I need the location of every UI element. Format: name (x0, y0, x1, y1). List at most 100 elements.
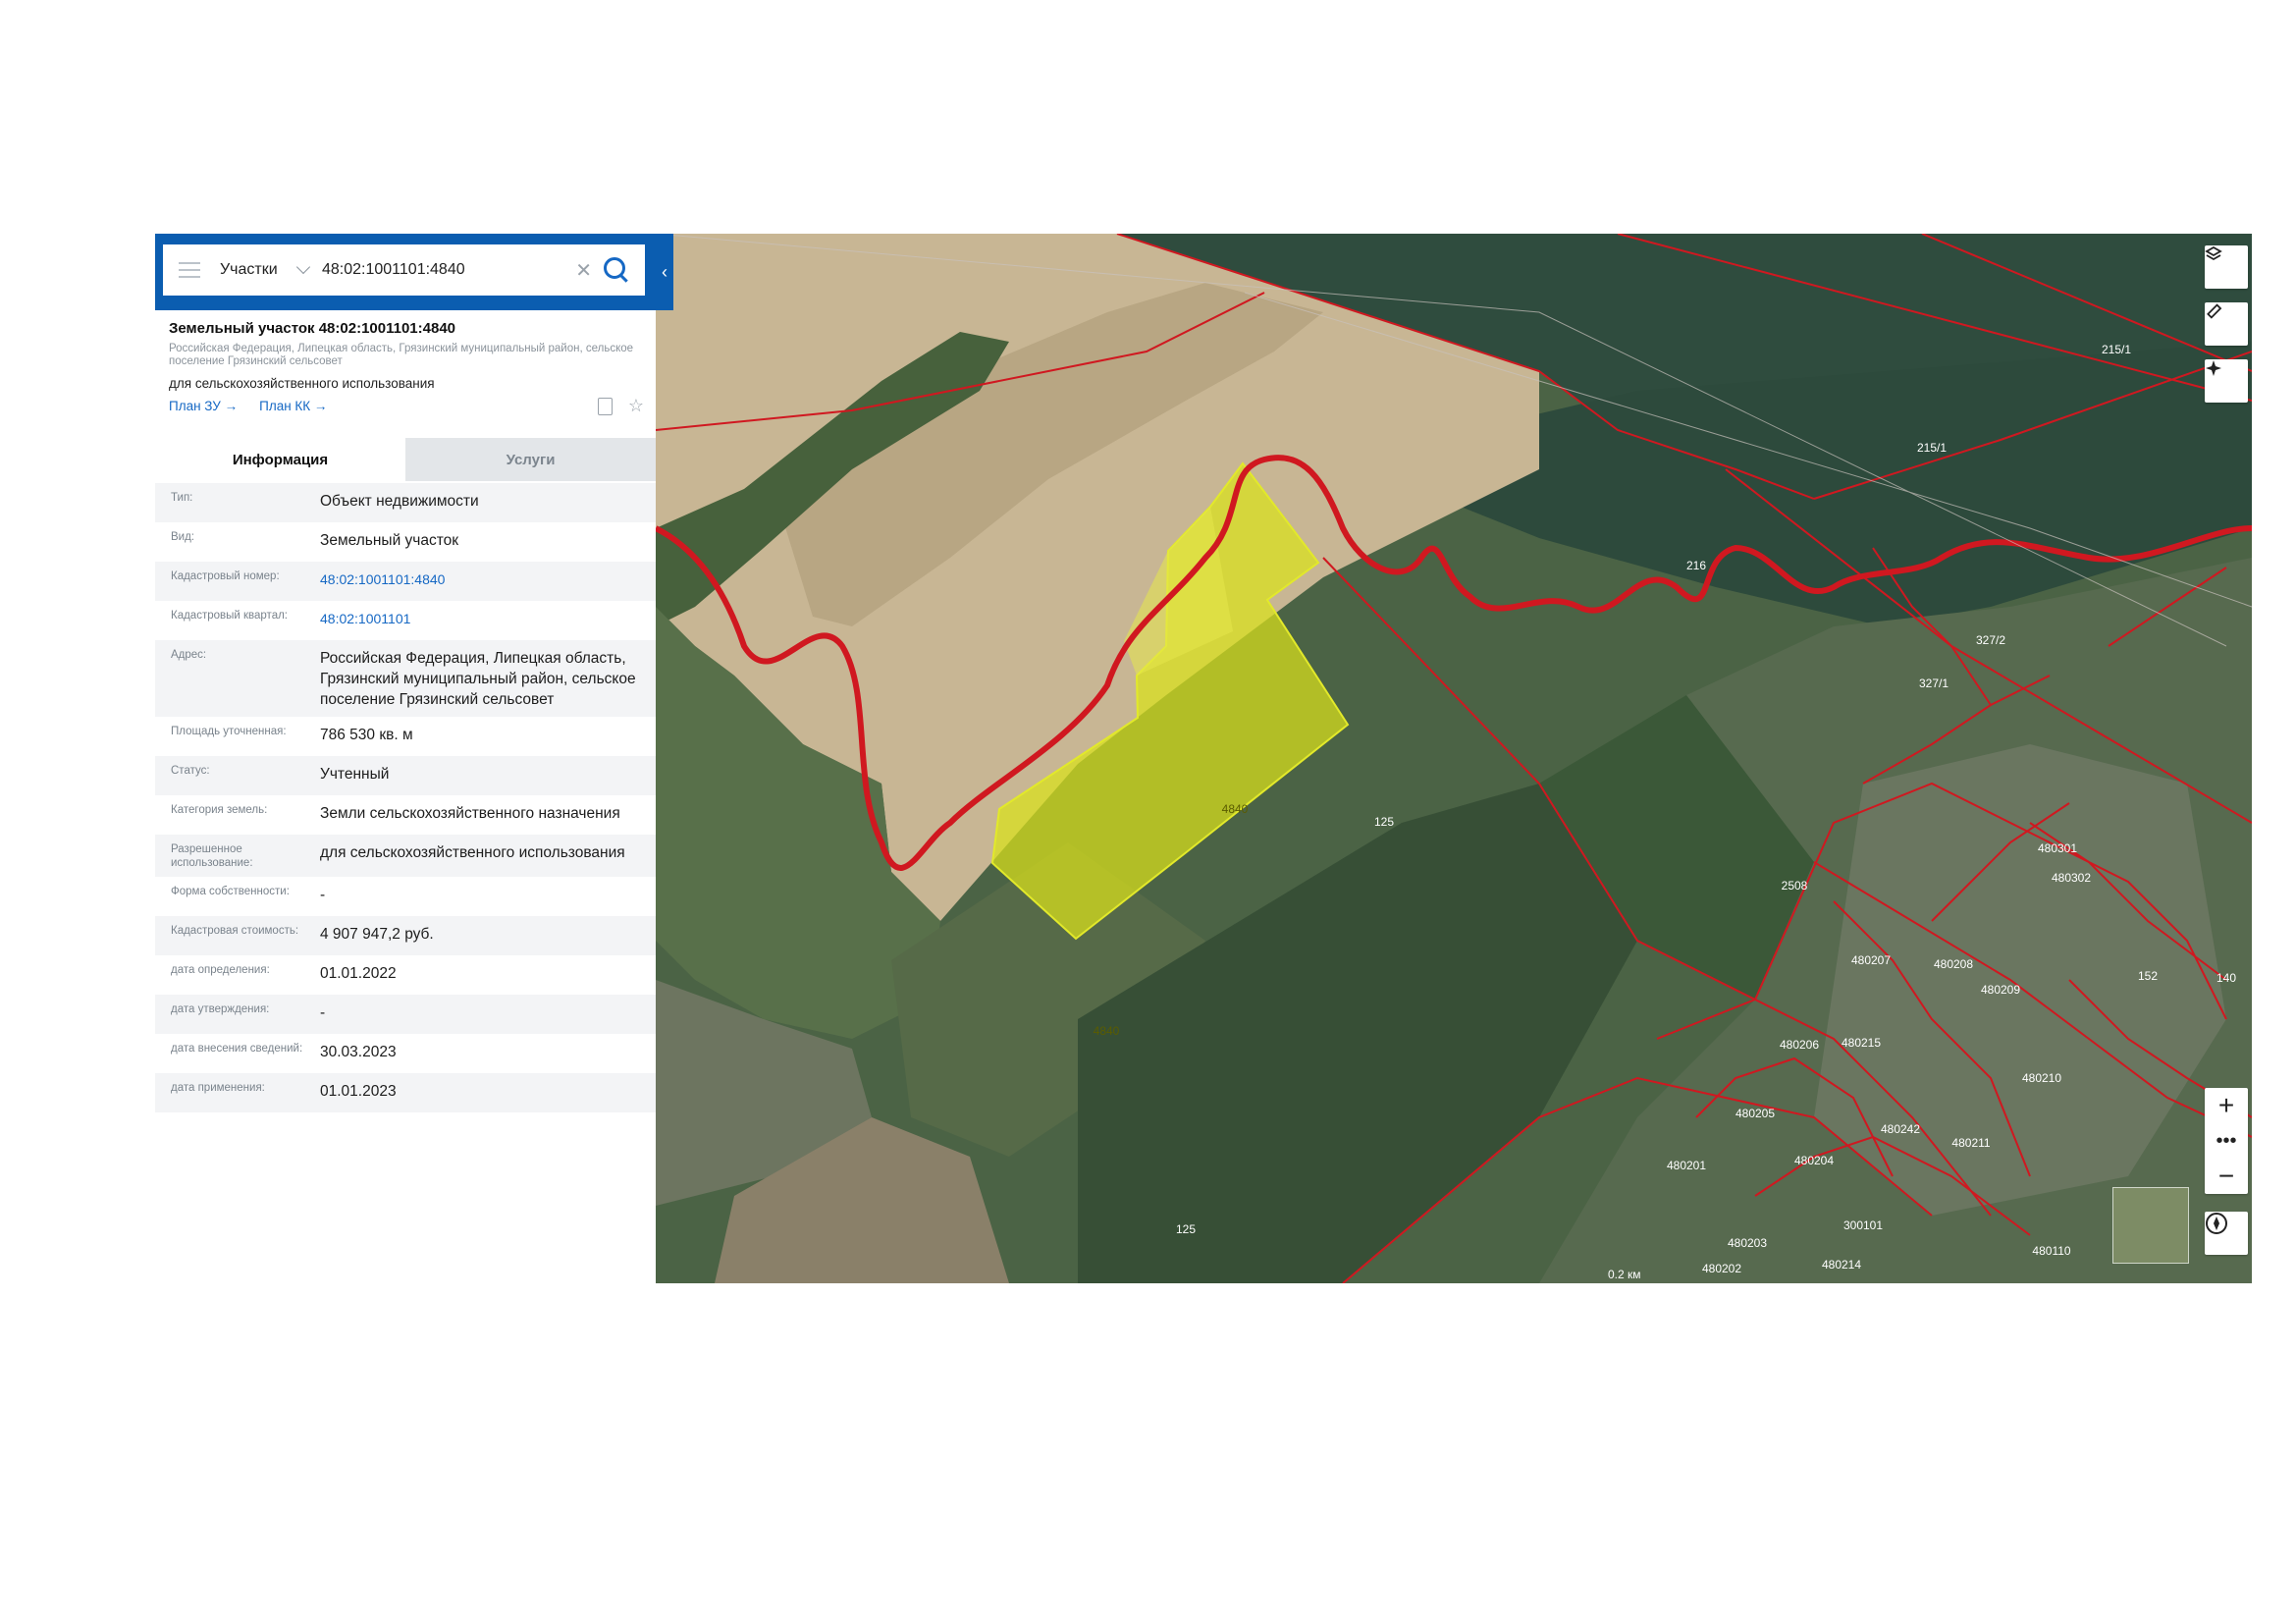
row-value: Российская Федерация, Липецкая область, … (320, 650, 636, 708)
parcel-label: 480205 (1735, 1107, 1775, 1120)
info-panel: Участки 48:02:1001101:4840 ✕ ‹ Земельный… (155, 234, 673, 1283)
row-label: Разрешенное использование: (171, 843, 253, 869)
locate-button[interactable] (2205, 359, 2248, 403)
compass-button[interactable] (2205, 1212, 2248, 1255)
parcel-label: 125 (1374, 815, 1394, 829)
row-label: дата утверждения: (171, 1003, 270, 1015)
row-label: дата применения: (171, 1082, 265, 1094)
locate-icon (2206, 360, 2221, 376)
scale-bar: 0.2 км (1608, 1268, 1641, 1281)
table-row: Вид: Земельный участок (155, 522, 656, 562)
plan-kk-link[interactable]: План КК → (259, 399, 327, 413)
layers-button[interactable] (2205, 245, 2248, 289)
parcel-label: 4840 (1222, 802, 1249, 816)
parcel-label: 480110 (2032, 1244, 2070, 1258)
ruler-icon (2207, 303, 2222, 319)
minimap[interactable] (2112, 1187, 2189, 1264)
row-label: дата определения: (171, 964, 270, 976)
parcel-label: 125 (1176, 1222, 1196, 1236)
parcel-label: 480210 (2022, 1071, 2061, 1085)
zoom-controls: + ••• − (2205, 1088, 2248, 1194)
table-row: Статус: Учтенный (155, 756, 656, 795)
row-value: Объект недвижимости (320, 493, 479, 510)
table-row: Кадастровый номер: 48:02:1001101:4840 (155, 562, 656, 601)
table-row: дата определения: 01.01.2022 (155, 955, 656, 995)
table-row: дата утверждения: - (155, 995, 656, 1034)
more-icon[interactable]: ••• (2205, 1123, 2248, 1159)
parcel-label: 300101 (1843, 1218, 1883, 1232)
row-label: Статус: (171, 765, 210, 777)
app-window: 4840 4840 125 125 216 215/1 215/1 2508 3… (155, 234, 2252, 1283)
parcel-label: 215/1 (2102, 343, 2131, 356)
zoom-out-icon[interactable]: − (2205, 1159, 2248, 1194)
row-label: дата внесения сведений: (171, 1043, 303, 1055)
row-label: Форма собственности: (171, 886, 290, 897)
clear-icon[interactable]: ✕ (575, 258, 592, 283)
layer-select[interactable]: Участки (220, 261, 298, 279)
row-label: Кадастровый номер: (171, 570, 280, 582)
row-value: для сельскохозяйственного использования (320, 844, 625, 861)
search-input[interactable]: 48:02:1001101:4840 (322, 261, 575, 279)
parcel-label: 480204 (1794, 1154, 1834, 1167)
parcel-label: 480208 (1934, 957, 1973, 971)
row-label: Тип: (171, 492, 193, 504)
cadastral-quarter-link[interactable]: 48:02:1001101 (320, 609, 656, 633)
parcel-label: 327/2 (1976, 633, 2005, 647)
parcel-label: 140 (2216, 971, 2236, 985)
parcel-label: 480302 (2052, 871, 2091, 885)
cadastral-number-link[interactable]: 48:02:1001101:4840 (320, 569, 656, 594)
satellite-map: 4840 4840 125 125 216 215/1 215/1 2508 3… (656, 234, 2252, 1283)
plan-zu-link[interactable]: План ЗУ → (169, 399, 238, 413)
parcel-label: 480215 (1842, 1036, 1881, 1050)
menu-icon[interactable] (179, 262, 200, 278)
zoom-in-icon[interactable]: + (2205, 1088, 2248, 1123)
star-icon[interactable]: ☆ (628, 397, 644, 415)
measure-button[interactable] (2205, 302, 2248, 346)
row-label: Адрес: (171, 649, 207, 661)
row-value: - (320, 887, 326, 903)
row-label: Кадастровая стоимость: (171, 925, 299, 937)
row-value: 786 530 кв. м (320, 727, 413, 743)
parcel-label: 480201 (1667, 1159, 1706, 1172)
parcel-label: 480206 (1780, 1038, 1819, 1052)
row-value: 4 907 947,2 руб. (320, 926, 434, 943)
table-row: Тип: Объект недвижимости (155, 483, 656, 522)
row-value: 01.01.2022 (320, 965, 397, 982)
plan-links: План ЗУ → План КК → ☆ (169, 397, 650, 415)
parcel-label: 216 (1686, 559, 1706, 572)
table-row: дата применения: 01.01.2023 (155, 1073, 656, 1112)
search-bar: Участки 48:02:1001101:4840 ✕ ‹ (155, 234, 673, 310)
parcel-label: 480209 (1981, 983, 2020, 997)
parcel-label: 2508 (1782, 879, 1808, 893)
parcel-label: 480207 (1851, 953, 1891, 967)
compass-icon (2206, 1213, 2227, 1234)
row-value: Земельный участок (320, 532, 459, 549)
layers-icon (2205, 245, 2222, 261)
tab-services[interactable]: Услуги (405, 438, 656, 481)
parcel-label: 480202 (1702, 1262, 1741, 1275)
object-title: Земельный участок 48:02:1001101:4840 (169, 320, 456, 337)
row-value: Учтенный (320, 766, 390, 783)
parcel-label: 4840 (1094, 1024, 1120, 1038)
tab-info[interactable]: Информация (155, 438, 405, 481)
table-row: Кадастровый квартал: 48:02:1001101 (155, 601, 656, 640)
table-row: Адрес: Российская Федерация, Липецкая обл… (155, 640, 656, 717)
parcel-label: 480214 (1822, 1258, 1861, 1272)
info-table: Тип: Объект недвижимости Вид: Земельный уч… (155, 483, 656, 1112)
parcel-label: 215/1 (1917, 441, 1947, 455)
document-icon[interactable] (597, 398, 613, 415)
row-label: Вид: (171, 531, 194, 543)
row-label: Площадь уточненная: (171, 726, 287, 737)
collapse-chevron-icon[interactable]: ‹ (656, 234, 673, 310)
chevron-down-icon[interactable] (295, 259, 311, 275)
row-value: 01.01.2023 (320, 1083, 397, 1100)
parcel-label: 480242 (1881, 1122, 1920, 1136)
panel-tabs: Информация Услуги (155, 438, 656, 481)
map-view[interactable]: 4840 4840 125 125 216 215/1 215/1 2508 3… (656, 234, 2252, 1283)
table-row: Разрешенное использование: для сельскохоз… (155, 835, 656, 877)
table-row: Категория земель: Земли сельскохозяйствен… (155, 795, 656, 835)
object-use: для сельскохозяйственного использования (169, 376, 435, 391)
search-icon[interactable] (604, 257, 625, 279)
row-value: - (320, 1004, 326, 1021)
parcel-label: 152 (2138, 969, 2158, 983)
